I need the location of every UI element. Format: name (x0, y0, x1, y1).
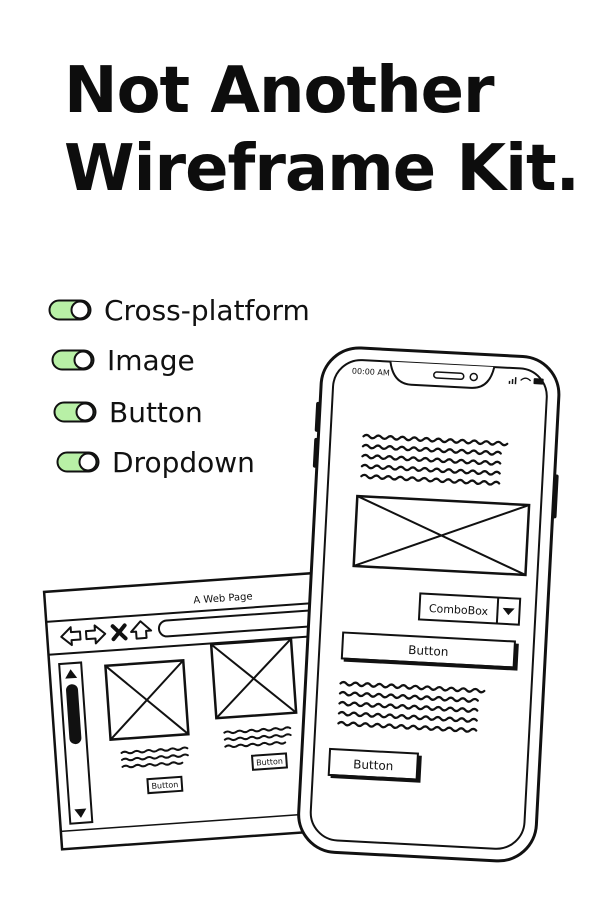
feature-item-image: Image (51, 342, 195, 378)
scroll-down-icon[interactable] (74, 808, 87, 818)
text-scribble (223, 726, 292, 749)
toggle-on-icon (53, 401, 97, 423)
small-button-label: Button (353, 757, 394, 773)
image-placeholder (209, 637, 298, 720)
wide-button-label: Button (408, 643, 449, 659)
title-line-2: Wireframe Kit. (64, 132, 580, 206)
page-title: Not Another Wireframe Kit. (64, 52, 584, 208)
title-line-1: Not Another (64, 54, 495, 128)
card2-button[interactable] (250, 752, 289, 771)
feature-label: Dropdown (112, 445, 255, 479)
close-icon[interactable] (110, 623, 128, 642)
card1-button[interactable] (146, 775, 184, 795)
scrollbar[interactable] (58, 661, 94, 825)
image-placeholder (352, 494, 531, 577)
feature-label: Cross-platform (104, 293, 310, 327)
camera-icon (469, 372, 478, 382)
toggle-on-icon (48, 299, 92, 321)
phone-notch (389, 361, 496, 389)
feature-item-dropdown: Dropdown (56, 444, 255, 480)
back-arrow-icon[interactable] (60, 626, 82, 647)
card1-button-label: Button (151, 780, 178, 791)
speaker-icon (433, 371, 465, 381)
image-placeholder (104, 659, 190, 741)
scroll-up-icon[interactable] (65, 669, 78, 679)
status-icons (508, 377, 544, 385)
chevron-down-icon[interactable] (502, 607, 515, 616)
card2-button-label: Button (256, 757, 283, 768)
scroll-thumb[interactable] (66, 684, 82, 745)
wide-button[interactable]: Button (340, 631, 519, 671)
feature-item-cross-platform: Cross-platform (48, 292, 310, 328)
text-scribble (360, 433, 509, 486)
toggle-on-icon (51, 349, 95, 371)
browser-window: A Web Page Button Button (42, 569, 363, 851)
text-scribble (120, 746, 189, 769)
browser-page-title: A Web Page (193, 591, 253, 606)
feature-item-button: Button (53, 394, 203, 430)
text-scribble (337, 680, 486, 733)
phone: 00:00 AM ComboBox Button Button (297, 346, 561, 863)
home-icon[interactable] (130, 620, 153, 640)
feature-label: Image (107, 343, 195, 377)
address-bar[interactable] (157, 607, 350, 638)
toggle-on-icon (56, 451, 100, 473)
combobox[interactable]: ComboBox (417, 592, 522, 626)
small-button[interactable]: Button (327, 747, 422, 783)
combobox-value: ComboBox (429, 602, 489, 618)
status-time: 00:00 AM (352, 367, 390, 378)
feature-label: Button (109, 395, 203, 429)
forward-arrow-icon[interactable] (84, 624, 107, 645)
